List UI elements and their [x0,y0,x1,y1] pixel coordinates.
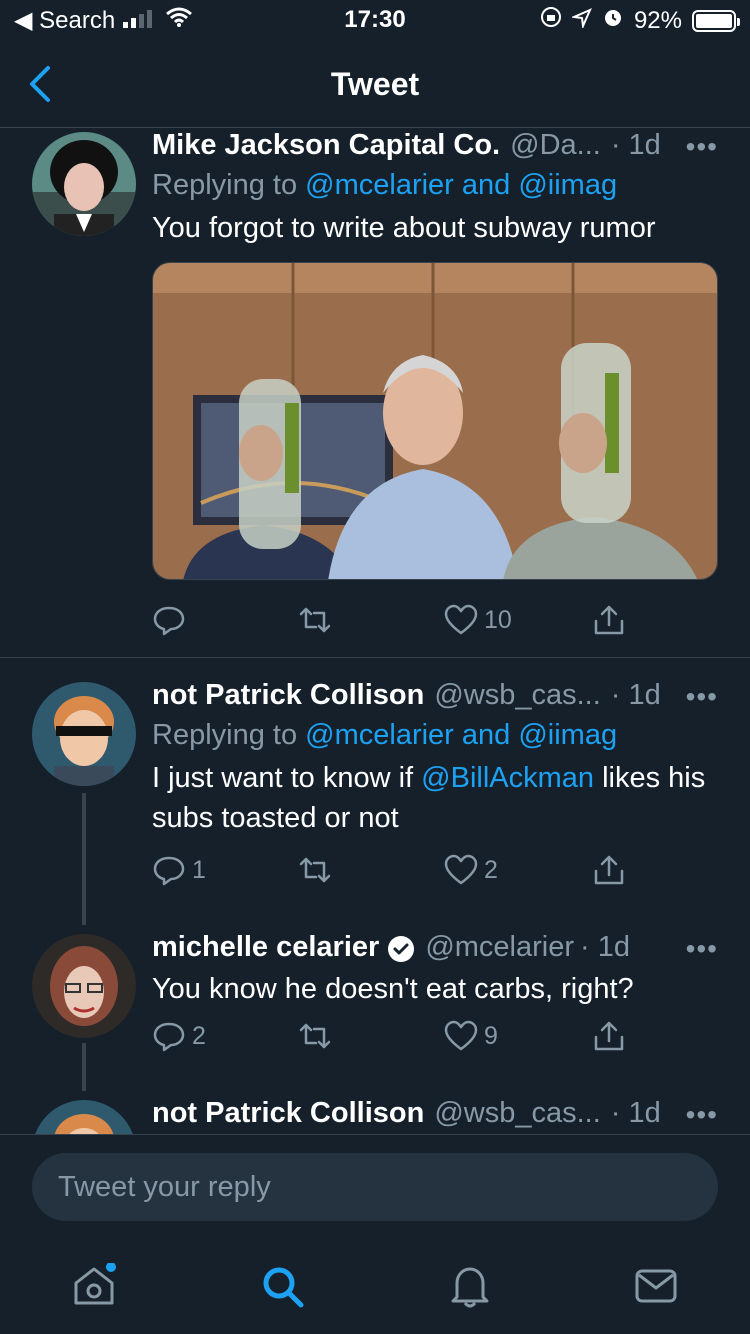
replying-to-label: Replying to [152,719,306,751]
notifications-icon [451,1267,489,1308]
tweet-item[interactable]: michelle celarier @mcelarier · 1d ••• Yo… [0,931,750,1091]
more-icon[interactable]: ••• [686,935,718,963]
author-name[interactable]: not Patrick Collison [152,679,424,712]
avatar[interactable] [32,1100,136,1134]
tweet-text: I just want to know if @BillAckman likes… [152,758,718,838]
messages-icon [635,1269,677,1303]
more-icon[interactable]: ••• [686,133,718,161]
tweet-text: You forgot to write about subway rumor [152,212,656,244]
page-title: Tweet [330,66,420,102]
reply-icon [153,856,185,886]
tweet-feed[interactable]: Mike Jackson Capital Co. @Da... · 1d •••… [0,129,750,1134]
avatar[interactable] [32,934,136,1038]
tweet-image[interactable] [152,262,718,580]
reply-button[interactable] [152,603,192,637]
tweet-item[interactable]: not Patrick Collison @wsb_cas... · 1d ••… [0,1097,750,1134]
retweet-button[interactable] [298,603,332,637]
reply-targets-link[interactable]: @mcelarier and @iimag [305,169,617,201]
tab-notifications[interactable] [440,1256,500,1316]
reply-count: 2 [192,1021,206,1050]
tweet-item[interactable]: Mike Jackson Capital Co. @Da... · 1d •••… [0,129,750,657]
verified-badge-icon [387,935,415,963]
replying-to: Replying to @mcelarier and @iimag [152,169,718,202]
share-icon [594,605,624,635]
author-handle[interactable]: @wsb_cas... [434,1097,600,1130]
share-button[interactable] [592,853,626,887]
tweet-time: · 1d [580,931,630,963]
like-count: 9 [484,1021,498,1050]
reply-icon [153,606,185,636]
author-name[interactable]: michelle celarier [152,931,379,964]
reply-button[interactable]: 1 [152,853,206,887]
mention-link[interactable]: @BillAckman [421,762,594,794]
divider [0,657,750,658]
author-handle[interactable]: @Da... [510,129,601,162]
share-icon [594,1021,624,1051]
location-icon [570,7,592,35]
tab-home[interactable] [64,1256,124,1316]
reply-targets-link[interactable]: @mcelarier and @iimag [305,719,617,751]
retweet-icon [299,607,331,633]
battery-percent: 92% [633,6,682,34]
like-count: 2 [484,855,498,884]
heart-icon [444,1020,478,1051]
avatar[interactable] [32,132,136,236]
author-handle[interactable]: @mcelarier [425,931,574,964]
reply-count: 1 [192,855,206,884]
tab-bar [0,1234,750,1334]
share-button[interactable] [592,1019,626,1053]
alarm-icon [602,6,624,35]
avatar[interactable] [32,682,136,786]
tweet-text: You know he doesn't eat carbs, right? [152,973,634,1005]
reply-input[interactable] [32,1153,718,1221]
author-name[interactable]: Mike Jackson Capital Co. [152,129,500,162]
header: Tweet [0,44,750,128]
status-bar: ◀ Search 17:30 92% [0,0,750,40]
like-button[interactable]: 9 [444,1019,498,1053]
reply-button[interactable]: 2 [152,1019,206,1053]
reply-composer [0,1134,750,1234]
heart-icon [444,604,478,635]
like-button[interactable]: 2 [444,853,498,887]
replying-to: Replying to @mcelarier and @iimag [152,719,718,752]
reply-icon [153,1022,185,1052]
like-count: 10 [484,605,512,634]
search-icon [263,1267,304,1308]
retweet-icon [299,857,331,883]
heart-icon [444,854,478,885]
author-handle[interactable]: @wsb_cas... [434,679,600,712]
tweet-text-part: I just want to know if [152,762,422,794]
tab-messages[interactable] [626,1256,686,1316]
tweet-item[interactable]: not Patrick Collison @wsb_cas... · 1d ••… [0,679,750,929]
orientation-lock-icon [540,6,562,35]
tweet-actions: 10 [152,594,718,642]
like-button[interactable]: 10 [444,603,512,637]
replying-to-label: Replying to [152,169,306,201]
more-icon[interactable]: ••• [686,1101,718,1129]
retweet-icon [299,1023,331,1049]
share-button[interactable] [592,603,626,637]
tweet-time: · 1d [610,1097,661,1129]
author-name[interactable]: not Patrick Collison [152,1097,424,1130]
tab-search[interactable] [252,1256,312,1316]
battery-icon [692,9,740,32]
share-icon [594,855,624,885]
more-icon[interactable]: ••• [686,683,718,711]
tweet-time: · 1d [610,679,661,711]
home-icon [74,1263,116,1305]
tweet-time: · 1d [610,129,661,161]
retweet-button[interactable] [298,853,332,887]
retweet-button[interactable] [298,1019,332,1053]
